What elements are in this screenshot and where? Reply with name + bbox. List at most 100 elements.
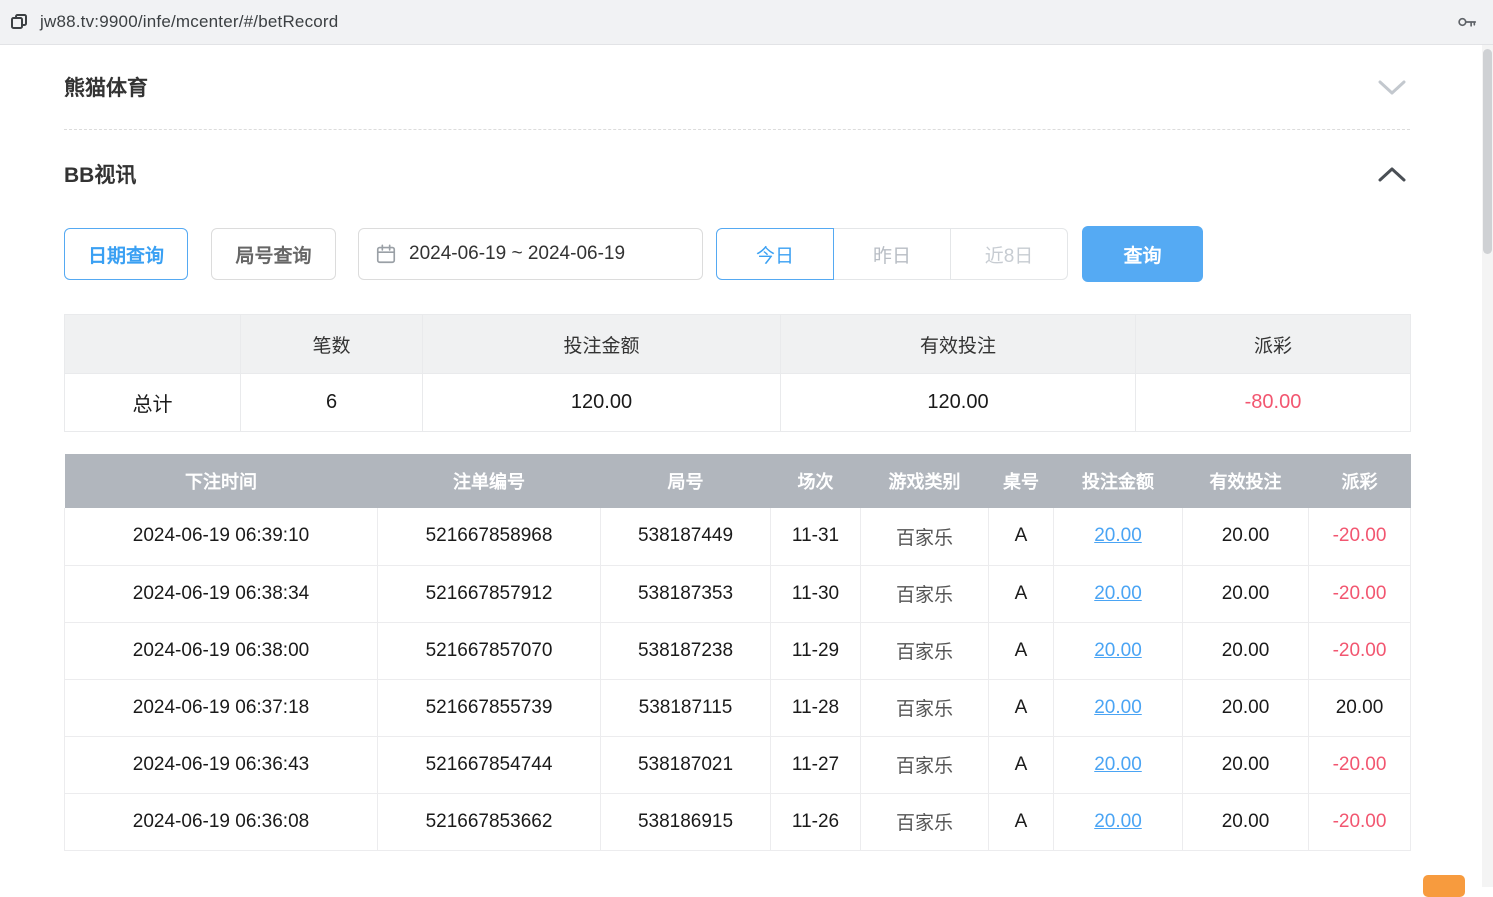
summary-header-row: 笔数 投注金额 有效投注 派彩: [65, 315, 1411, 374]
header-game-type: 游戏类别: [861, 454, 989, 508]
bet-time: 2024-06-19 06:39:10: [65, 508, 378, 565]
round-id: 538187115: [601, 679, 771, 736]
chevron-up-icon[interactable]: [1374, 162, 1410, 187]
summary-total-row: 总计 6 120.00 120.00 -80.00: [65, 374, 1411, 432]
header-valid-bet: 有效投注: [1183, 454, 1309, 508]
summary-header-bet-amount: 投注金额: [423, 315, 781, 374]
date-range-input[interactable]: 2024-06-19 ~ 2024-06-19: [358, 228, 703, 280]
table-row: 2024-06-19 06:36:43 521667854744 5381870…: [65, 736, 1411, 793]
site-icon[interactable]: [8, 11, 30, 33]
header-table-no: 桌号: [989, 454, 1054, 508]
summary-count: 6: [241, 374, 423, 432]
table-no: A: [989, 736, 1054, 793]
round-id: 538187021: [601, 736, 771, 793]
session: 11-30: [771, 565, 861, 622]
today-button[interactable]: 今日: [716, 228, 834, 280]
payout-cell: -20.00: [1309, 622, 1411, 679]
summary-header-payout: 派彩: [1136, 315, 1411, 374]
session: 11-26: [771, 793, 861, 850]
summary-payout: -80.00: [1136, 374, 1411, 432]
summary-valid-bet: 120.00: [781, 374, 1136, 432]
valid-bet: 20.00: [1183, 622, 1309, 679]
bet-table-header-row: 下注时间 注单编号 局号 场次 游戏类别 桌号 投注金额 有效投注 派彩: [65, 454, 1411, 508]
bet-amount-link[interactable]: 20.00: [1094, 525, 1142, 546]
valid-bet: 20.00: [1183, 508, 1309, 565]
summary-total-label: 总计: [65, 374, 241, 432]
table-no: A: [989, 565, 1054, 622]
section-panda-sports: 熊猫体育: [64, 45, 1410, 129]
header-order-id: 注单编号: [378, 454, 601, 508]
date-range-value: 2024-06-19 ~ 2024-06-19: [409, 243, 625, 265]
bb-video-title: BB视讯: [64, 159, 136, 189]
bet-time: 2024-06-19 06:38:00: [65, 622, 378, 679]
bet-record-page: 熊猫体育 BB视讯 日期查询 局号查询: [0, 45, 1493, 851]
scrollbar-track[interactable]: [1482, 45, 1493, 887]
bet-amount-link[interactable]: 20.00: [1094, 811, 1142, 832]
bet-amount-link[interactable]: 20.00: [1094, 697, 1142, 718]
game-type: 百家乐: [861, 622, 989, 679]
scrollbar-thumb[interactable]: [1483, 49, 1492, 254]
date-query-tab[interactable]: 日期查询: [64, 228, 188, 280]
table-no: A: [989, 793, 1054, 850]
bet-amount-link[interactable]: 20.00: [1094, 754, 1142, 775]
game-type: 百家乐: [861, 736, 989, 793]
table-no: A: [989, 622, 1054, 679]
table-row: 2024-06-19 06:37:18 521667855739 5381871…: [65, 679, 1411, 736]
bet-time: 2024-06-19 06:37:18: [65, 679, 378, 736]
search-button[interactable]: 查询: [1082, 226, 1203, 282]
game-type: 百家乐: [861, 679, 989, 736]
bet-record-table: 下注时间 注单编号 局号 场次 游戏类别 桌号 投注金额 有效投注 派彩 202…: [64, 454, 1411, 851]
table-row: 2024-06-19 06:38:00 521667857070 5381872…: [65, 622, 1411, 679]
summary-header-count: 笔数: [241, 315, 423, 374]
filter-bar: 日期查询 局号查询 2024-06-19 ~ 2024-06-19 今日 昨日 …: [64, 226, 1410, 282]
panda-sports-header[interactable]: 熊猫体育: [64, 45, 1410, 129]
order-id: 521667857912: [378, 565, 601, 622]
valid-bet: 20.00: [1183, 736, 1309, 793]
header-session: 场次: [771, 454, 861, 508]
order-id: 521667857070: [378, 622, 601, 679]
order-id: 521667854744: [378, 736, 601, 793]
quick-range-group: 今日 昨日 近8日: [716, 228, 1068, 280]
round-query-tab[interactable]: 局号查询: [211, 228, 336, 280]
section-bb-video: BB视讯 日期查询 局号查询 2024-06-19 ~ 2024-06-19: [64, 130, 1410, 851]
payout-cell: -20.00: [1309, 565, 1411, 622]
game-type: 百家乐: [861, 793, 989, 850]
round-id: 538186915: [601, 793, 771, 850]
order-id: 521667853662: [378, 793, 601, 850]
game-type: 百家乐: [861, 565, 989, 622]
header-round-id: 局号: [601, 454, 771, 508]
session: 11-28: [771, 679, 861, 736]
table-no: A: [989, 679, 1054, 736]
header-payout: 派彩: [1309, 454, 1411, 508]
valid-bet: 20.00: [1183, 793, 1309, 850]
table-no: A: [989, 508, 1054, 565]
bet-amount-link[interactable]: 20.00: [1094, 640, 1142, 661]
summary-table: 笔数 投注金额 有效投注 派彩 总计 6 120.00 120.00 -80.0…: [64, 314, 1411, 432]
floating-button[interactable]: [1423, 875, 1465, 897]
payout-cell: -20.00: [1309, 508, 1411, 565]
chevron-down-icon[interactable]: [1374, 75, 1410, 100]
session: 11-27: [771, 736, 861, 793]
last-8-days-button[interactable]: 近8日: [950, 228, 1068, 280]
table-row: 2024-06-19 06:39:10 521667858968 5381874…: [65, 508, 1411, 565]
summary-header-blank: [65, 315, 241, 374]
calendar-icon: [375, 243, 397, 265]
bb-video-header[interactable]: BB视讯: [64, 130, 1410, 218]
payout-cell: -20.00: [1309, 793, 1411, 850]
yesterday-button[interactable]: 昨日: [833, 228, 951, 280]
valid-bet: 20.00: [1183, 565, 1309, 622]
summary-header-valid-bet: 有效投注: [781, 315, 1136, 374]
bet-amount-link[interactable]: 20.00: [1094, 583, 1142, 604]
key-icon[interactable]: [1455, 10, 1479, 34]
bet-time: 2024-06-19 06:36:08: [65, 793, 378, 850]
valid-bet: 20.00: [1183, 679, 1309, 736]
panda-sports-title: 熊猫体育: [64, 72, 148, 102]
payout-cell: 20.00: [1309, 679, 1411, 736]
table-row: 2024-06-19 06:38:34 521667857912 5381873…: [65, 565, 1411, 622]
browser-address-bar[interactable]: jw88.tv:9900/infe/mcenter/#/betRecord: [0, 0, 1493, 45]
header-bet-time: 下注时间: [65, 454, 378, 508]
session: 11-31: [771, 508, 861, 565]
address-bar-url[interactable]: jw88.tv:9900/infe/mcenter/#/betRecord: [40, 12, 338, 32]
payout-cell: -20.00: [1309, 736, 1411, 793]
game-type: 百家乐: [861, 508, 989, 565]
